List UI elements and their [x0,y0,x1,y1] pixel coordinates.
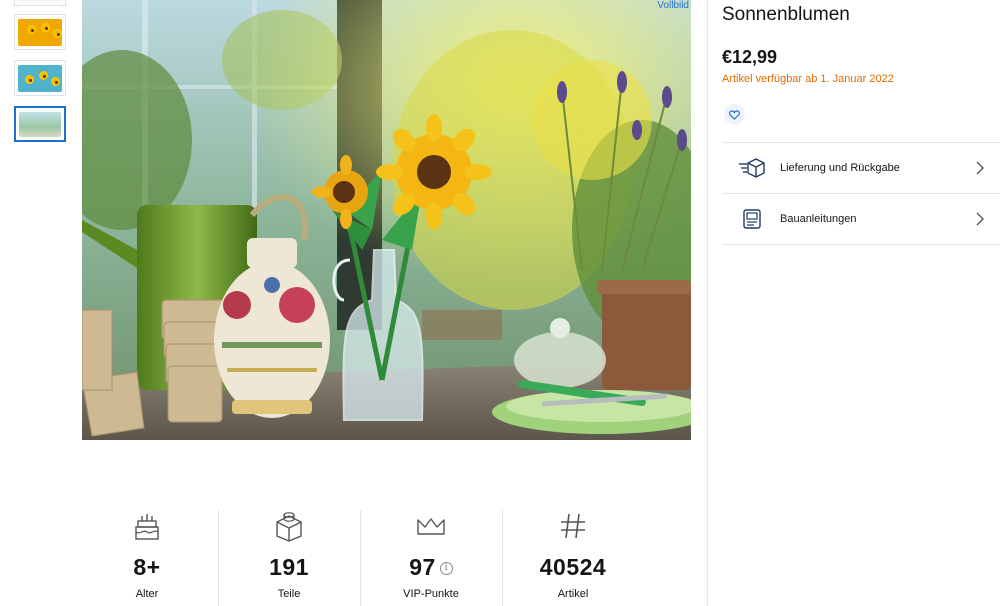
delivery-box-icon [736,155,768,181]
thumbnail-2[interactable] [14,14,66,50]
heart-icon [729,109,740,120]
chevron-right-icon [976,212,984,226]
product-price: €12,99 [722,47,778,67]
fact-value: 40524 [539,554,607,580]
product-image[interactable]: Vollbild [82,0,691,440]
fact-value: 8+ [133,554,161,580]
fullscreen-link[interactable]: Vollbild [655,0,691,11]
divider [722,244,1000,245]
cake-icon [135,514,159,540]
fact-age: 8+ Alter [76,507,218,606]
fact-value: 97 i [360,554,502,581]
fact-label: Alter [135,588,159,600]
product-title: Sonnenblumen [722,4,850,25]
thumbnail-4[interactable] [14,106,66,142]
vip-points-value: 97 [409,554,436,580]
thumbnail-1[interactable] [14,0,66,6]
delivery-returns-row[interactable]: Lieferung und Rückgabe [722,143,1000,193]
availability-status: Artikel verfügbar ab 1. Januar 2022 [722,73,894,85]
fact-label: Teile [277,588,301,600]
fact-label: Artikel [557,588,589,600]
fact-pieces: 191 Teile [218,507,360,606]
fact-value: 191 [269,554,309,580]
thumbnail-3[interactable] [14,60,66,96]
building-instructions-label: Bauanleitungen [780,213,857,225]
product-page: Vollbild 8+ Alter 191 Teile 97 i VIP-Pun… [0,0,1000,606]
chevron-right-icon [976,161,984,175]
delivery-returns-label: Lieferung und Rückgabe [780,162,900,174]
sunflowers-scene-image [82,0,691,440]
wishlist-button[interactable] [724,104,745,125]
building-instructions-row[interactable]: Bauanleitungen [722,194,1000,244]
panel-divider [707,0,708,606]
info-icon[interactable]: i [439,562,453,576]
brick-icon [276,512,302,542]
fact-item-number: 40524 Artikel [502,507,644,606]
hash-icon [561,513,585,539]
fact-vip-points: 97 i VIP-Punkte [360,507,502,606]
crown-icon [417,518,445,535]
instructions-icon [736,206,768,232]
fact-label: VIP-Punkte [403,588,459,600]
